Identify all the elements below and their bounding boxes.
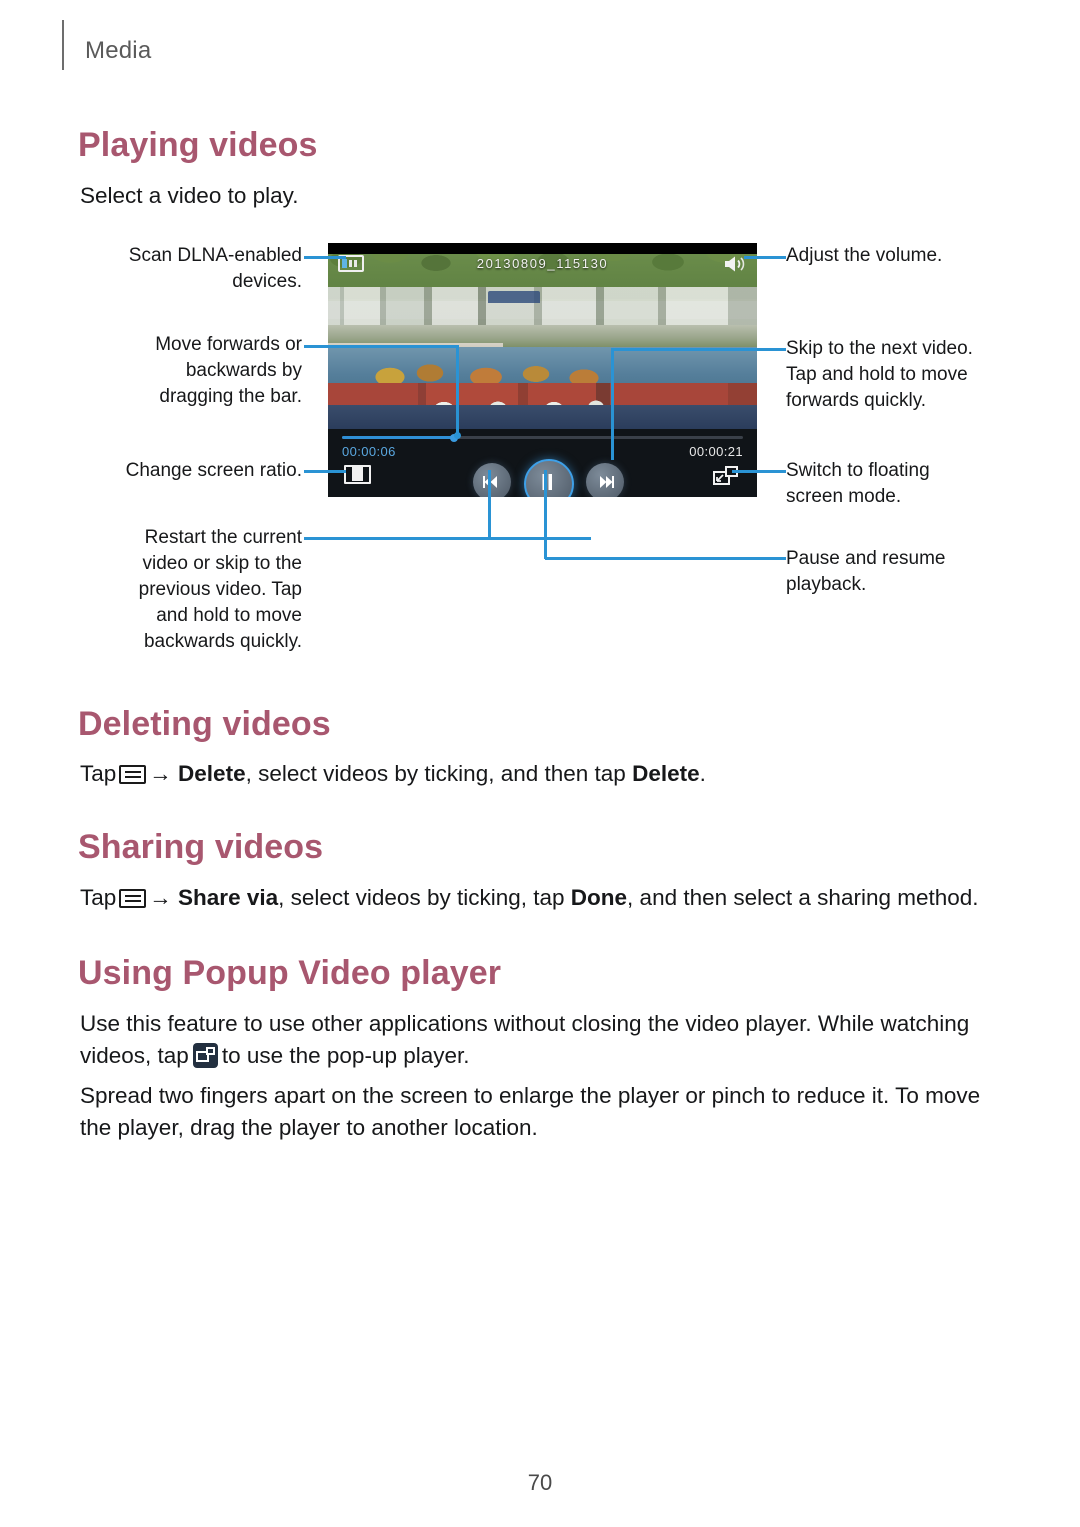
callout-line-pause-h: [545, 557, 786, 560]
deleting-bold-delete-1: Delete: [178, 761, 246, 786]
callout-line-seek-h: [304, 345, 459, 348]
deleting-videos-instruction: Tap → Delete, select videos by ticking, a…: [80, 758, 980, 790]
skip-next-button[interactable]: [586, 463, 624, 497]
manual-page: Media Playing videos Select a video to p…: [0, 0, 1080, 1527]
sharing-bold-share-via: Share via: [178, 885, 279, 910]
popup-para1-second-part: to use the pop-up player.: [221, 1043, 470, 1068]
page-number: 70: [527, 1470, 553, 1495]
video-blue-roof: [488, 291, 540, 303]
callout-label-ratio: Change screen ratio.: [125, 460, 302, 481]
seek-bar-fill: [342, 436, 455, 439]
callout-line-next-h: [613, 348, 786, 351]
playing-videos-intro: Select a video to play.: [80, 183, 299, 208]
header-divider-rule: [62, 20, 64, 70]
callout-label-next: Skip to the next video. Tap and hold to …: [786, 338, 973, 411]
deleting-bold-delete-2: Delete: [632, 761, 700, 786]
popup-player-button[interactable]: [713, 465, 739, 486]
callout-label-volume: Adjust the volume.: [786, 245, 943, 266]
callout-line-pause-v: [544, 470, 547, 559]
callout-line-prev-v: [488, 470, 491, 538]
skip-previous-button[interactable]: [473, 463, 511, 497]
callout-line-volume: [744, 256, 786, 259]
screen-ratio-icon[interactable]: [344, 465, 371, 484]
player-control-bar: 00:00:06 00:00:21: [328, 429, 757, 497]
section-heading-using-popup-video-player: Using Popup Video player: [78, 954, 502, 992]
callout-line-seek-v: [456, 345, 459, 435]
seek-bar[interactable]: [342, 433, 743, 442]
callout-line-popup: [732, 470, 786, 473]
callout-label-seek: Move forwards or backwards by dragging t…: [155, 334, 302, 407]
pause-button[interactable]: [524, 459, 574, 497]
section-heading-sharing-videos: Sharing videos: [78, 828, 324, 866]
callout-line-next-v: [611, 348, 614, 460]
callout-dot-seek: [454, 432, 461, 439]
menu-icon[interactable]: [119, 765, 147, 784]
sharing-arrow: →: [149, 885, 172, 910]
sharing-bold-done: Done: [570, 885, 628, 910]
callout-label-pause: Pause and resume playback.: [786, 548, 946, 595]
video-town-band: [328, 287, 757, 327]
sharing-middle-text: , select videos by ticking, tap: [278, 885, 565, 910]
video-title: 20130809_115130: [476, 256, 609, 271]
total-time-label: 00:00:21: [689, 444, 743, 459]
video-player-figure: 20130809_115130 00:00:06 00:00:21: [328, 243, 757, 497]
popup-paragraph-1: Use this feature to use other applicatio…: [80, 1008, 980, 1077]
callout-line-prev-h: [304, 537, 591, 540]
sharing-tap-word: Tap: [80, 885, 117, 910]
player-top-letterbox: [328, 243, 757, 254]
deleting-middle-text: , select videos by ticking, and then tap: [245, 761, 626, 786]
callout-label-dlna: Scan DLNA-enabled devices.: [128, 245, 302, 292]
callout-line-ratio: [304, 470, 346, 473]
sharing-end-text: , and then select a sharing method.: [627, 885, 979, 910]
section-heading-deleting-videos: Deleting videos: [78, 705, 331, 743]
callout-label-popup: Switch to floating screen mode.: [786, 460, 930, 507]
deleting-tap-word: Tap: [80, 761, 117, 786]
sharing-videos-instruction: Tap → Share via, select videos by ticking…: [80, 882, 1000, 914]
popup-paragraph-2: Spread two fingers apart on the screen t…: [80, 1083, 981, 1140]
deleting-end-text: .: [699, 761, 706, 786]
callout-label-prev: Restart the current video or skip to the…: [138, 527, 302, 652]
deleting-arrow: →: [149, 761, 172, 786]
current-time-label: 00:00:06: [342, 444, 396, 459]
popup-player-icon[interactable]: [192, 1043, 218, 1077]
menu-icon[interactable]: [119, 889, 147, 908]
page-title-playing-videos: Playing videos: [78, 126, 318, 164]
breadcrumb: Media: [85, 37, 152, 64]
video-dark-roofs: [328, 405, 757, 429]
callout-line-dlna: [304, 256, 346, 259]
